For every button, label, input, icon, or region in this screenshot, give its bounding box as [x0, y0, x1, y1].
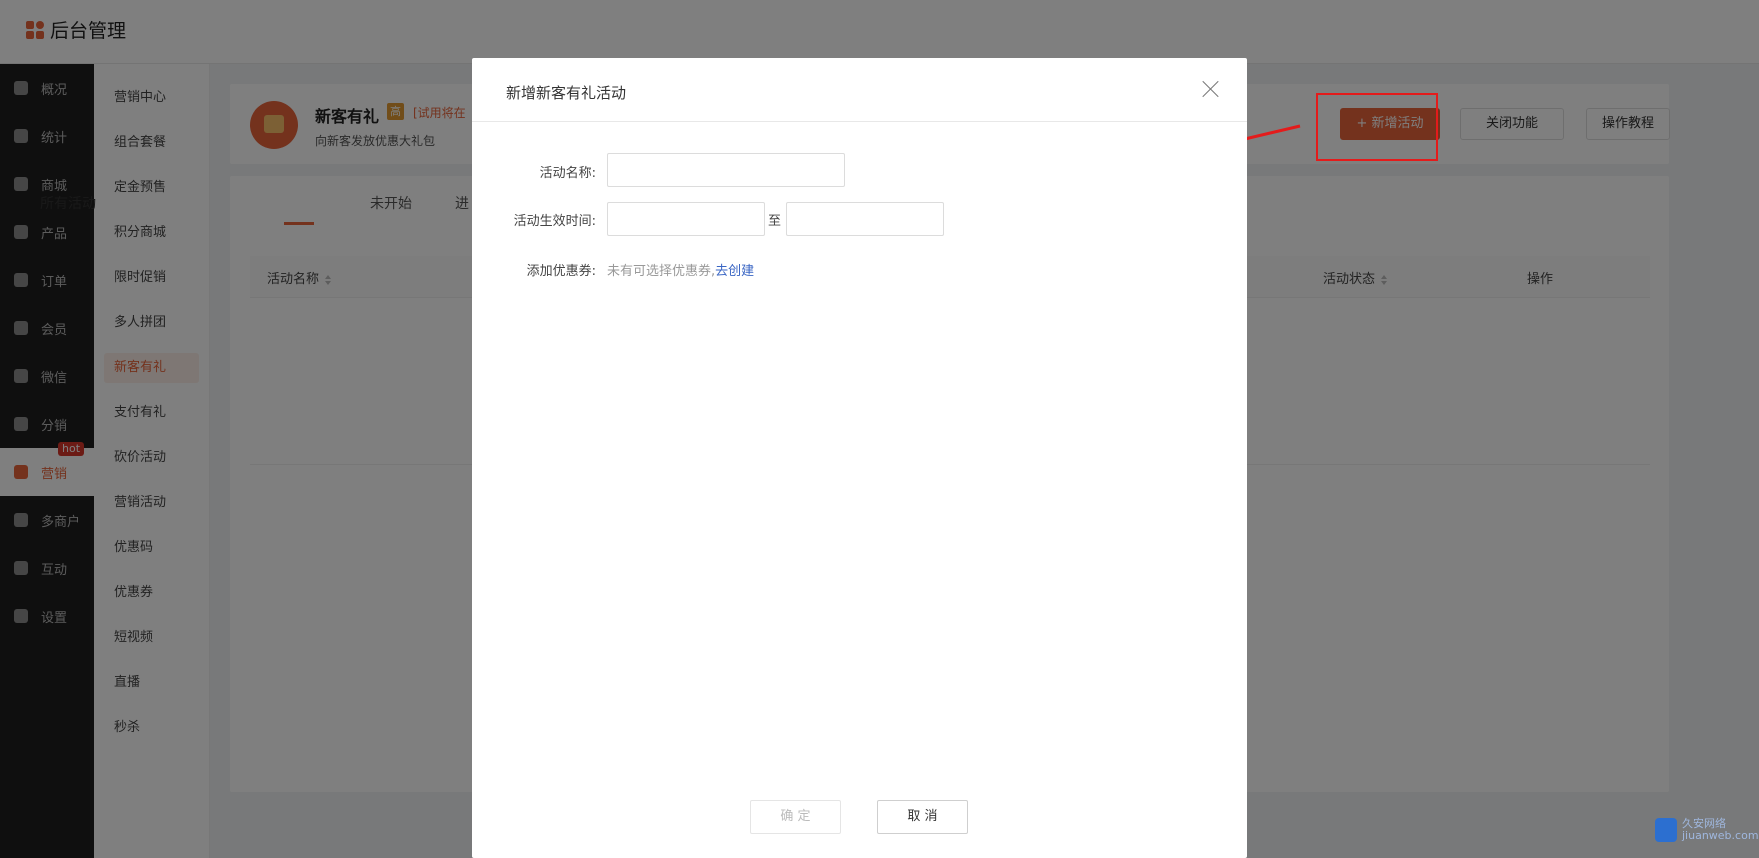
annotation-highlight-box [1316, 93, 1438, 161]
watermark: 久安网络 jiuanweb.com [1655, 818, 1759, 842]
dialog-header: 新增新客有礼活动 [472, 58, 1247, 122]
start-time-input[interactable] [607, 202, 765, 236]
add-coupon-label: 添加优惠券: [526, 264, 596, 279]
cancel-button[interactable]: 取 消 [877, 800, 968, 834]
activity-name-label: 活动名称: [539, 166, 596, 181]
confirm-button[interactable]: 确 定 [750, 800, 841, 834]
activity-time-label: 活动生效时间: [513, 214, 596, 229]
dialog-title: 新增新客有礼活动 [506, 84, 627, 102]
coupon-hint-text: 未有可选择优惠券, [607, 264, 716, 279]
new-activity-dialog: 新增新客有礼活动 活动名称: 活动生效时间: 至 添加优惠券: 未有可选择优惠券… [472, 58, 1247, 858]
coupon-empty-hint: 未有可选择优惠券,去创建 [607, 260, 754, 279]
watermark-logo-icon [1655, 818, 1677, 842]
range-separator: 至 [768, 214, 782, 229]
watermark-line2: jiuanweb.com [1682, 829, 1759, 842]
create-coupon-link[interactable]: 去创建 [715, 264, 754, 279]
close-icon[interactable] [1200, 78, 1222, 100]
activity-name-input[interactable] [607, 153, 845, 187]
watermark-text: 久安网络 jiuanweb.com [1682, 818, 1759, 842]
end-time-input[interactable] [786, 202, 944, 236]
